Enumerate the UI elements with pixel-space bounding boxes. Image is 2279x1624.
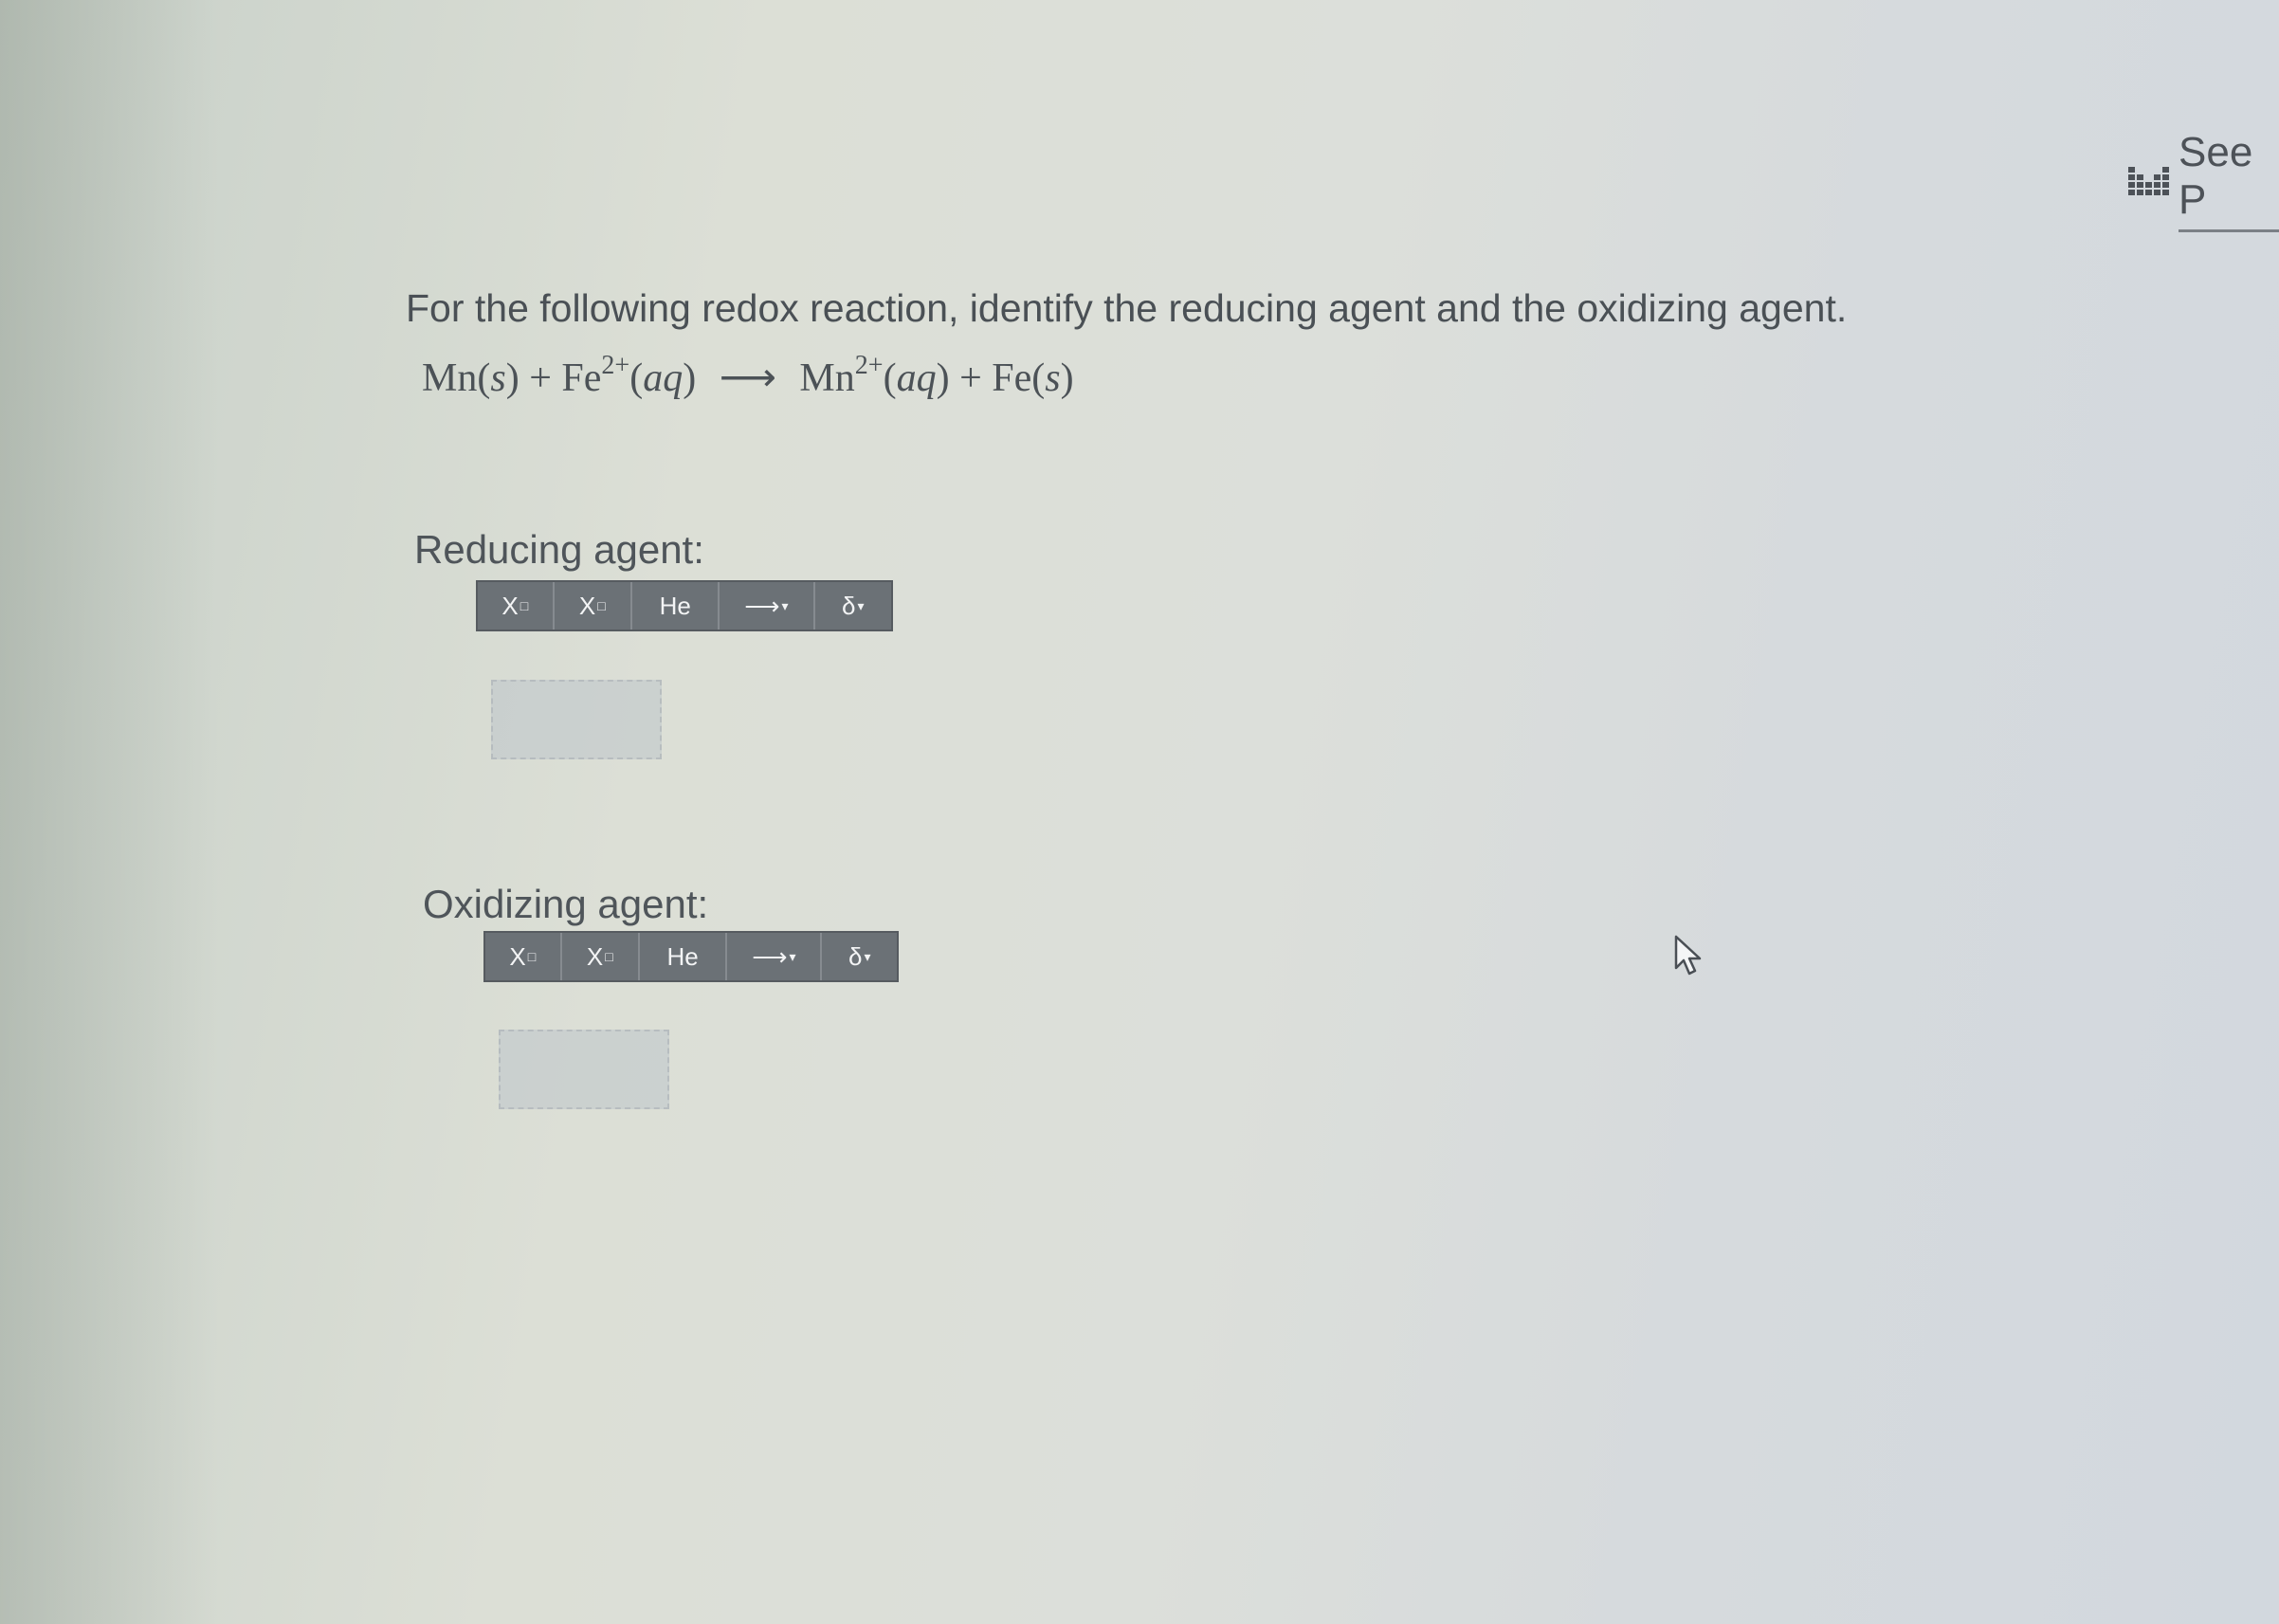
question-prompt: For the following redox reaction, identi…: [406, 286, 1848, 330]
reaction-equation: Mn(s) + Fe2+(aq) ⟶ Mn2+(aq) + Fe(s): [422, 351, 1074, 400]
plus-sign: +: [529, 356, 552, 400]
reactant-mn-state: s: [490, 356, 506, 400]
product-mn: Mn: [799, 356, 855, 400]
oxidizing-agent-input[interactable]: [499, 1030, 669, 1109]
superscript-button[interactable]: X □: [478, 582, 555, 630]
element-button[interactable]: He: [632, 582, 720, 630]
left-shade: [0, 0, 218, 1624]
reducing-agent-label: Reducing agent:: [414, 527, 704, 572]
mouse-cursor-icon: [1674, 935, 1702, 976]
reducing-agent-input[interactable]: [491, 680, 662, 759]
periodic-table-icon: [2128, 166, 2169, 195]
delta-button[interactable]: δ ▾: [822, 933, 897, 980]
reactant-fe: Fe: [561, 356, 602, 400]
see-periodic-label: See P: [2179, 129, 2279, 232]
oxidizing-agent-label: Oxidizing agent:: [423, 882, 709, 926]
reactant-fe-state: aq: [643, 356, 684, 400]
product-mn-charge: 2+: [854, 351, 884, 380]
element-button[interactable]: He: [640, 933, 728, 980]
reaction-arrow: ⟶: [719, 356, 776, 400]
superscript-button[interactable]: X □: [485, 933, 562, 980]
reactant-mn: Mn: [422, 356, 478, 400]
subscript-button[interactable]: X □: [555, 582, 633, 630]
product-fe-state: s: [1045, 356, 1061, 400]
delta-button[interactable]: δ ▾: [815, 582, 892, 630]
product-mn-state: aq: [896, 356, 937, 400]
arrow-button[interactable]: ⟶ ▾: [720, 582, 815, 630]
see-periodic-table-link[interactable]: See P: [2128, 129, 2279, 232]
subscript-button[interactable]: X □: [562, 933, 641, 980]
product-fe: Fe: [992, 356, 1032, 400]
reactant-fe-charge: 2+: [601, 351, 630, 380]
reducing-agent-toolbar: X □ X □ He ⟶ ▾ δ ▾: [476, 580, 893, 631]
plus-sign-2: +: [959, 356, 982, 400]
oxidizing-agent-toolbar: X □ X □ He ⟶ ▾ δ ▾: [483, 931, 899, 982]
arrow-button[interactable]: ⟶ ▾: [727, 933, 823, 980]
